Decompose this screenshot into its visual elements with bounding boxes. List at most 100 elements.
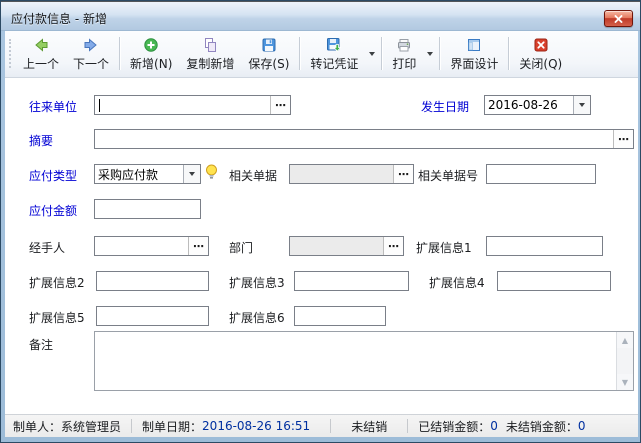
payable-type-select[interactable] bbox=[95, 165, 183, 183]
prev-button-label: 上一个 bbox=[23, 55, 59, 72]
ext3-input[interactable] bbox=[295, 272, 408, 290]
ext1-input[interactable] bbox=[487, 237, 602, 255]
related-doc-browse-button[interactable]: ⋯ bbox=[393, 165, 413, 183]
prev-button[interactable]: 上一个 bbox=[16, 33, 66, 74]
statusbar: 制单人： 系统管理员 制单日期： 2016-08-26 16:51 未结销 已结… bbox=[5, 414, 638, 437]
new-button[interactable]: 新增(N) bbox=[123, 33, 179, 74]
ext3-label: 扩展信息3 bbox=[229, 274, 285, 291]
department-label: 部门 bbox=[229, 239, 253, 256]
handler-input[interactable] bbox=[95, 237, 188, 255]
related-doc-no-label: 相关单据号 bbox=[418, 167, 478, 184]
chevron-down-icon bbox=[579, 103, 585, 107]
close-form-button-label: 关闭(Q) bbox=[519, 55, 562, 72]
scroll-down-icon[interactable]: ▼ bbox=[617, 374, 633, 390]
create-date-label: 制单日期： bbox=[142, 418, 202, 435]
handler-field: ⋯ bbox=[94, 236, 209, 256]
ui-design-button[interactable]: 界面设计 bbox=[443, 33, 505, 74]
save-button[interactable]: 保存(S) bbox=[241, 33, 296, 74]
chevron-down-icon bbox=[369, 52, 375, 56]
ext4-field bbox=[497, 271, 611, 291]
add-icon bbox=[143, 37, 159, 53]
summary-label: 摘要 bbox=[29, 132, 53, 149]
chevron-down-icon bbox=[427, 52, 433, 56]
summary-browse-button[interactable]: ⋯ bbox=[613, 130, 633, 148]
chevron-down-icon bbox=[189, 172, 195, 176]
copy-new-button[interactable]: 复制新增 bbox=[179, 33, 241, 74]
print-dropdown-caret[interactable] bbox=[423, 33, 436, 74]
next-button-label: 下一个 bbox=[73, 55, 109, 72]
summary-input[interactable] bbox=[95, 130, 613, 148]
copy-new-button-label: 复制新增 bbox=[186, 55, 234, 72]
create-date-value: 2016-08-26 16:51 bbox=[202, 419, 310, 433]
statusbar-separator bbox=[131, 419, 132, 433]
new-button-label: 新增(N) bbox=[130, 55, 172, 72]
settled-amount-value: 0 bbox=[490, 419, 498, 433]
ext2-field bbox=[96, 271, 209, 291]
department-browse-button[interactable]: ⋯ bbox=[383, 237, 403, 255]
creator-value: 系统管理员 bbox=[61, 418, 121, 435]
amount-label: 应付金额 bbox=[29, 202, 77, 219]
related-doc-label: 相关单据 bbox=[229, 167, 277, 184]
remark-label: 备注 bbox=[29, 336, 53, 353]
titlebar-close-button[interactable] bbox=[604, 10, 633, 27]
toolbar: 上一个 下一个 新增(N) 复制新增 保存(S) bbox=[5, 31, 638, 78]
amount-input[interactable] bbox=[95, 200, 200, 218]
payable-type-dropdown-button[interactable] bbox=[183, 165, 200, 183]
close-x-icon bbox=[614, 15, 623, 23]
ext4-input[interactable] bbox=[498, 272, 610, 290]
handler-browse-button[interactable]: ⋯ bbox=[188, 237, 208, 255]
toolbar-separator bbox=[439, 37, 440, 70]
occur-date-input[interactable] bbox=[485, 96, 573, 114]
ext2-label: 扩展信息2 bbox=[29, 274, 85, 291]
save-button-label: 保存(S) bbox=[248, 55, 289, 72]
unsettled-amount-value: 0 bbox=[578, 419, 586, 433]
print-button-label: 打印 bbox=[392, 55, 416, 72]
ext5-field bbox=[96, 306, 209, 326]
ext2-input[interactable] bbox=[97, 272, 208, 290]
related-doc-no-field bbox=[486, 164, 596, 184]
related-doc-no-input[interactable] bbox=[487, 165, 595, 183]
partner-browse-button[interactable]: ⋯ bbox=[270, 96, 290, 114]
text-caret bbox=[99, 99, 100, 112]
titlebar[interactable]: 应付款信息 - 新增 bbox=[1, 1, 640, 31]
partner-field: ⋯ bbox=[94, 95, 291, 115]
statusbar-separator bbox=[407, 419, 408, 433]
settled-amount-label: 已结销金额： bbox=[418, 418, 490, 435]
print-icon bbox=[396, 37, 412, 53]
remark-textarea[interactable] bbox=[95, 332, 616, 390]
design-icon bbox=[466, 37, 482, 53]
related-doc-input[interactable] bbox=[290, 165, 393, 183]
department-input[interactable] bbox=[290, 237, 383, 255]
payable-type-field bbox=[94, 164, 201, 184]
occur-date-label: 发生日期 bbox=[421, 98, 469, 115]
close-icon bbox=[533, 37, 549, 53]
ext4-label: 扩展信息4 bbox=[429, 274, 485, 291]
occur-date-dropdown-button[interactable] bbox=[573, 96, 590, 114]
arrow-right-icon bbox=[83, 37, 99, 53]
ext6-field bbox=[294, 306, 386, 326]
app-window: 应付款信息 - 新增 上一个 下一个 新增(N) bbox=[0, 0, 641, 443]
remark-field: ▲ ▼ bbox=[94, 331, 634, 391]
toolbar-separator bbox=[119, 37, 120, 70]
ext5-input[interactable] bbox=[97, 307, 208, 325]
post-voucher-dropdown-caret[interactable] bbox=[365, 33, 378, 74]
remark-scrollbar[interactable]: ▲ ▼ bbox=[616, 332, 633, 390]
ext5-label: 扩展信息5 bbox=[29, 309, 85, 326]
ext1-field bbox=[486, 236, 603, 256]
unsettled-amount-label: 未结销金额： bbox=[506, 418, 578, 435]
summary-field: ⋯ bbox=[94, 129, 634, 149]
ext1-label: 扩展信息1 bbox=[416, 239, 472, 256]
related-doc-field: ⋯ bbox=[289, 164, 414, 184]
save-icon bbox=[261, 37, 277, 53]
scroll-up-icon[interactable]: ▲ bbox=[617, 332, 633, 348]
next-button[interactable]: 下一个 bbox=[66, 33, 116, 74]
close-form-button[interactable]: 关闭(Q) bbox=[512, 33, 569, 74]
ext6-input[interactable] bbox=[295, 307, 385, 325]
copy-icon bbox=[202, 37, 218, 53]
print-button[interactable]: 打印 bbox=[385, 33, 423, 74]
toolbar-separator bbox=[299, 37, 300, 70]
occur-date-field bbox=[484, 95, 591, 115]
toolbar-grip[interactable] bbox=[9, 39, 13, 68]
partner-input[interactable] bbox=[95, 96, 270, 114]
post-voucher-button[interactable]: 转记凭证 bbox=[303, 33, 365, 74]
